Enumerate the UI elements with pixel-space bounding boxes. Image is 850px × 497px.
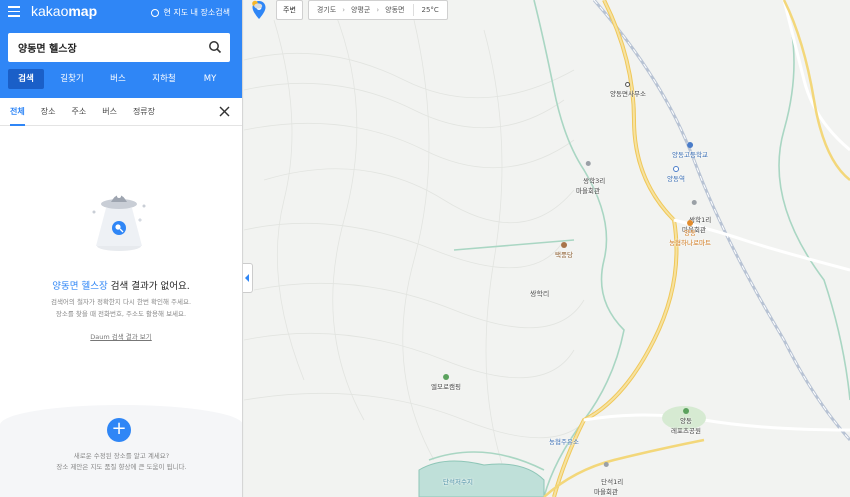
breadcrumb-province[interactable]: 경기도 [317,5,336,15]
map-terrain [244,0,850,497]
poi-ssanghak3ri-hall[interactable]: 쌍학3리 마을회관 [571,145,605,203]
filter-all[interactable]: 전체 [10,98,25,126]
hamburger-menu-icon[interactable] [8,6,20,18]
breadcrumb-county[interactable]: 양평군 [351,5,370,15]
landmark-marker-icon [560,242,567,248]
filter-place[interactable]: 장소 [41,98,56,126]
collapse-sidebar-button[interactable] [243,263,253,293]
search-input[interactable] [18,42,198,53]
tab-bus[interactable]: 버스 [100,69,136,89]
sidebar: kakaomap 현 지도 내 장소검색 검색 길찾기 버스 지하철 MY [0,0,243,497]
main-tabs: 검색 길찾기 버스 지하철 MY [8,69,238,89]
tab-directions[interactable]: 길찾기 [54,69,90,89]
area-label-ssanghakri: 쌍학리 [530,290,550,298]
filter-bus-stop[interactable]: 정류장 [133,98,155,126]
poi-elmoro-camping[interactable]: 엘모로캠핑 [431,374,461,391]
chevron-right-icon: › [376,6,380,14]
partly-cloudy-icon [252,0,263,9]
poi-taekpungdang[interactable]: 택풍당 [555,242,573,259]
daum-search-link[interactable]: Daum 검색 결과 보기 [0,331,242,341]
kakao-map-app: kakaomap 현 지도 내 장소검색 검색 길찾기 버스 지하철 MY [0,0,850,497]
chevron-right-icon: › [342,6,346,14]
brand-logo[interactable]: kakaomap [31,3,97,19]
chevron-left-icon [245,274,249,282]
poi-leports-park[interactable]: 양동 레포츠공원 [671,408,701,435]
village-hall-icon [691,200,697,205]
breadcrumb-town[interactable]: 양동면 [385,5,404,15]
add-place-button[interactable]: + [107,418,131,442]
tab-subway[interactable]: 지하철 [146,69,182,89]
tab-search[interactable]: 검색 [8,69,44,89]
search-box [8,33,230,62]
tab-my[interactable]: MY [192,69,228,89]
village-hall-icon [585,161,591,166]
poi-station[interactable]: 양동역 [667,166,685,183]
close-icon[interactable] [219,106,230,117]
radio-icon [151,8,160,17]
map-area-search-label: 현 지도 내 장소검색 [163,8,230,17]
park-marker-icon [683,408,689,414]
search-icon[interactable] [208,40,222,54]
mart-marker-icon [687,220,693,226]
filter-bus[interactable]: 버스 [102,98,117,126]
office-marker-icon [625,82,631,87]
filter-address[interactable]: 주소 [71,98,86,126]
place-suggestion-text: 새로운 수정된 장소를 알고 계세요? 장소 제안은 지도 품질 향상에 큰 도… [56,452,187,471]
poi-gas-station[interactable]: 농협주유소 [549,436,579,446]
map-area-search-toggle[interactable]: 현 지도 내 장소검색 [151,7,230,18]
poi-high-school[interactable]: 양동고등학교 [672,142,708,159]
poi-town-office[interactable]: 양동면사무소 [610,82,646,98]
poi-hanaro-mart[interactable]: 양동 농협하나로마트 [669,220,711,247]
camping-marker-icon [443,374,449,380]
temperature: 25°C [421,6,439,14]
poi-danseok1ri-hall[interactable]: 단석1리 마을회관 [589,446,623,497]
poi-danseok-reservoir[interactable]: 단석저수지 [443,476,473,486]
result-filter-tabs: 전체 장소 주소 버스 정류장 [0,98,242,126]
search-header: kakaomap 현 지도 내 장소검색 검색 길찾기 버스 지하철 MY [0,0,242,98]
ufo-illustration-icon [92,194,146,251]
map-toolbar: 주변 경기도 › 양평군 › 양동면 25°C [251,0,448,20]
school-marker-icon [686,142,693,148]
no-results-title: 양동면 헬스장 검색 결과가 없어요. [52,281,190,292]
station-marker-icon [672,166,679,172]
no-results-description: 검색어의 철자가 정확한지 다시 한번 확인해 주세요. 장소를 찾을 때 전화… [50,298,192,318]
region-breadcrumb: 경기도 › 양평군 › 양동면 25°C [252,0,448,20]
map-canvas[interactable]: 주변 경기도 › 양평군 › 양동면 25°C 양동면사무소 양동고등학교 양동… [244,0,850,497]
village-hall-icon [603,462,609,467]
nearby-button[interactable]: 주변 [276,0,303,20]
place-suggestion-area: + 새로운 수정된 장소를 알고 계세요? 장소 제안은 지도 품질 향상에 큰… [0,405,242,497]
